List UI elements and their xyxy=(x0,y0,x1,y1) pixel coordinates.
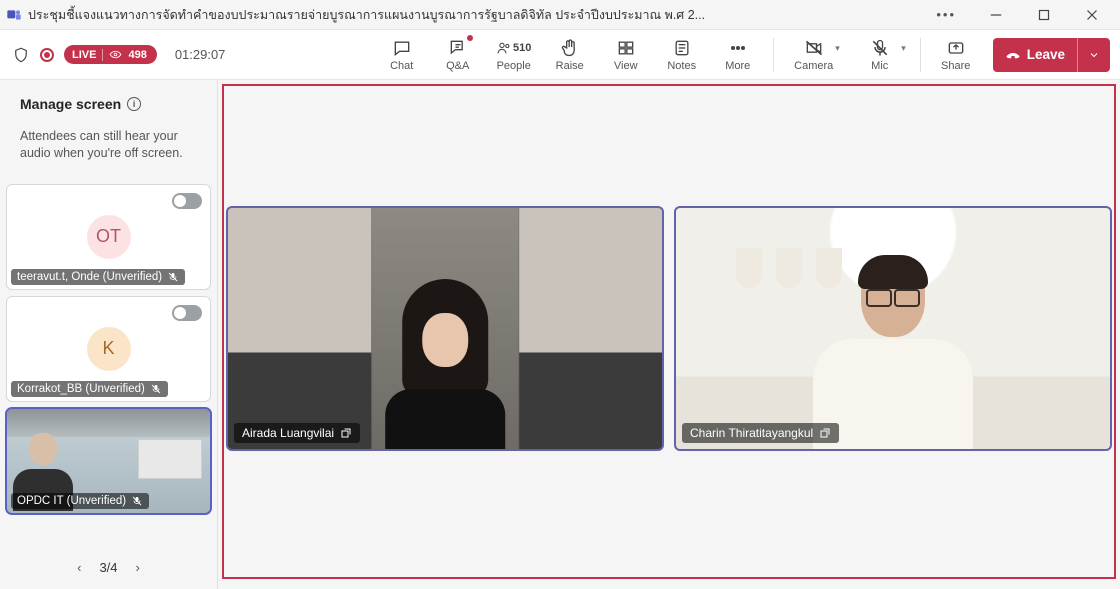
speaker-label: Charin Thiratitayangkul xyxy=(682,423,839,443)
qa-button[interactable]: Q&A xyxy=(431,31,485,79)
participant-label: Korrakot_BB (Unverified) xyxy=(11,381,168,397)
participant-label: OPDC IT (Unverified) xyxy=(11,493,149,509)
toolbar-divider xyxy=(920,38,921,72)
chat-icon xyxy=(392,38,412,58)
avatar: K xyxy=(87,327,131,371)
close-button[interactable] xyxy=(1070,1,1114,29)
mic-button[interactable]: Mic ▾ xyxy=(848,31,912,79)
raise-hand-icon xyxy=(560,38,580,58)
title-bar: ประชุมชี้แจงแนวทางการจัดทำคำของบประมาณรา… xyxy=(0,0,1120,30)
viewer-count: 498 xyxy=(128,49,146,61)
teams-app-icon xyxy=(6,7,22,23)
meeting-stage: Airada Luangvilai Charin Thiratitayangku… xyxy=(218,80,1120,589)
mic-off-icon xyxy=(870,38,890,58)
popout-icon xyxy=(819,427,831,439)
chevron-down-icon xyxy=(1088,49,1100,61)
participant-tile[interactable]: OT teeravut.t, Onde (Unverified) xyxy=(6,184,211,290)
popout-icon xyxy=(340,427,352,439)
info-icon[interactable]: i xyxy=(127,97,141,111)
leave-dropdown[interactable] xyxy=(1077,38,1110,72)
live-viewers-chip[interactable]: LIVE 498 xyxy=(64,45,157,64)
share-button[interactable]: Share xyxy=(929,31,983,79)
speaker-tile[interactable]: Airada Luangvilai xyxy=(226,206,664,451)
speaker-label: Airada Luangvilai xyxy=(234,423,360,443)
privacy-shield-icon[interactable] xyxy=(12,46,30,64)
prev-page-button[interactable]: ‹ xyxy=(73,556,85,579)
toolbar-divider xyxy=(773,38,774,72)
manage-screen-panel: Manage screen i Attendees can still hear… xyxy=(0,80,218,589)
chevron-down-icon[interactable]: ▾ xyxy=(901,43,906,54)
window-title: ประชุมชี้แจงแนวทางการจัดทำคำของบประมาณรา… xyxy=(28,5,922,25)
next-page-button[interactable]: › xyxy=(132,556,144,579)
status-cluster: LIVE 498 01:29:07 xyxy=(12,45,225,64)
live-label: LIVE xyxy=(72,49,96,61)
people-icon: 510 xyxy=(496,38,531,58)
mic-muted-icon xyxy=(150,383,162,395)
avatar: OT xyxy=(87,215,131,259)
manage-screen-subtitle: Attendees can still hear your audio when… xyxy=(20,128,197,162)
hangup-icon xyxy=(1005,47,1021,63)
meeting-toolbar: LIVE 498 01:29:07 Chat Q&A 510 People Ra… xyxy=(0,30,1120,80)
chevron-down-icon[interactable]: ▾ xyxy=(835,43,840,54)
manage-screen-title: Manage screen i xyxy=(20,96,197,112)
participant-tile[interactable]: K Korrakot_BB (Unverified) xyxy=(6,296,211,402)
camera-button[interactable]: Camera ▾ xyxy=(782,31,846,79)
participant-pager: ‹ 3/4 › xyxy=(6,550,211,585)
eye-icon xyxy=(109,48,122,61)
recording-icon xyxy=(40,48,54,62)
mic-muted-icon xyxy=(131,495,143,507)
people-button[interactable]: 510 People xyxy=(487,31,541,79)
window-buttons: ••• xyxy=(922,1,1114,29)
more-window-icon[interactable]: ••• xyxy=(922,7,970,22)
elapsed-time: 01:29:07 xyxy=(175,47,226,62)
camera-off-icon xyxy=(804,38,824,58)
view-icon xyxy=(616,38,636,58)
qa-icon xyxy=(448,38,468,58)
participant-label: teeravut.t, Onde (Unverified) xyxy=(11,269,185,285)
view-button[interactable]: View xyxy=(599,31,653,79)
video-feed xyxy=(813,259,973,449)
more-button[interactable]: More xyxy=(711,31,765,79)
raise-hand-button[interactable]: Raise xyxy=(543,31,597,79)
notes-button[interactable]: Notes xyxy=(655,31,709,79)
participant-tile[interactable]: OPDC IT (Unverified) xyxy=(6,408,211,514)
notes-icon xyxy=(672,38,692,58)
video-feed xyxy=(385,279,505,449)
more-icon xyxy=(728,38,748,58)
speaker-tile[interactable]: Charin Thiratitayangkul xyxy=(674,206,1112,451)
pager-text: 3/4 xyxy=(99,560,117,575)
qa-badge-icon xyxy=(467,35,473,41)
minimize-button[interactable] xyxy=(974,1,1018,29)
leave-button[interactable]: Leave xyxy=(993,38,1110,72)
mic-muted-icon xyxy=(167,271,179,283)
chat-button[interactable]: Chat xyxy=(375,31,429,79)
share-icon xyxy=(946,38,966,58)
maximize-button[interactable] xyxy=(1022,1,1066,29)
